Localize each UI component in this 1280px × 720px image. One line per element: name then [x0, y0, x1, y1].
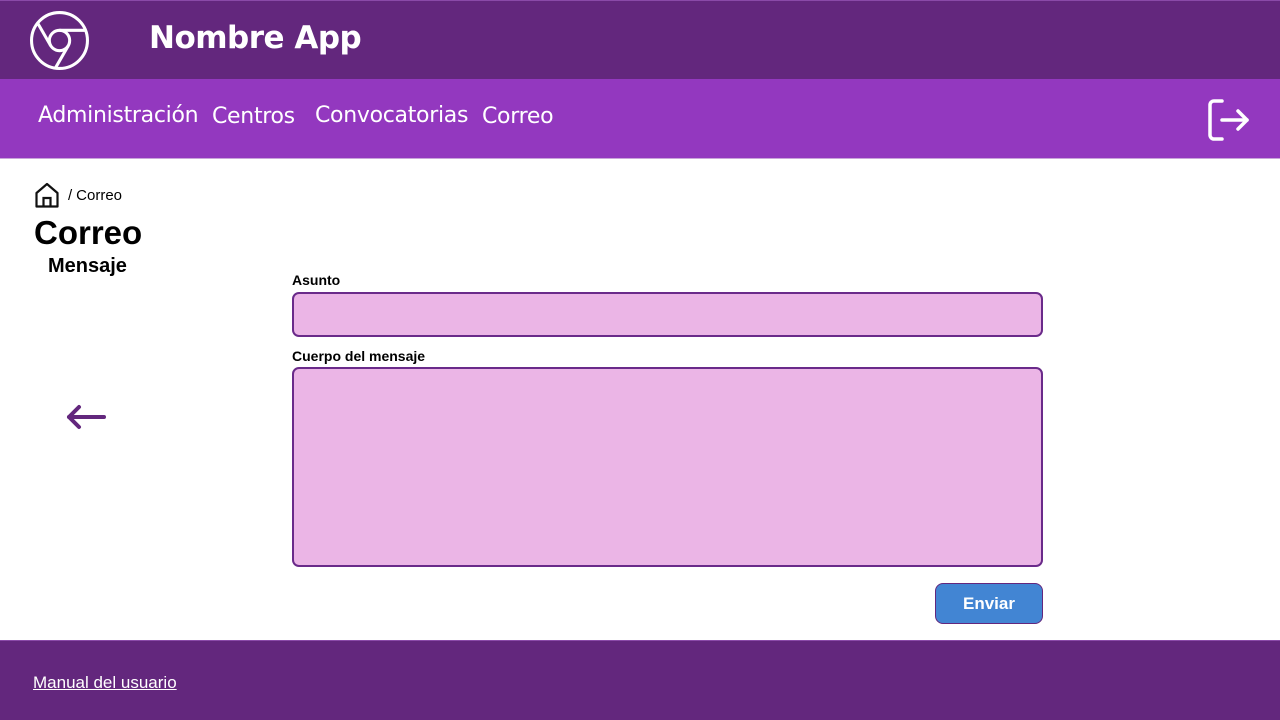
page-subtitle: Mensaje — [48, 255, 127, 277]
app-header: Nombre App — [0, 0, 1280, 79]
chrome-like-logo-icon — [30, 11, 89, 70]
breadcrumb: / Correo — [34, 181, 122, 209]
home-icon[interactable] — [34, 182, 60, 209]
nav-item-administracion[interactable]: Administración — [38, 103, 199, 128]
page-title: Correo — [34, 214, 143, 251]
subject-input[interactable] — [292, 292, 1043, 337]
subject-label: Asunto — [292, 272, 341, 288]
main-nav: Administración Centros Convocatorias Cor… — [0, 79, 1280, 159]
app-footer: Manual del usuario — [0, 640, 1280, 720]
nav-item-convocatorias[interactable]: Convocatorias — [315, 103, 468, 128]
breadcrumb-current: Correo — [76, 186, 123, 204]
user-manual-link[interactable]: Manual del usuario — [33, 673, 177, 693]
message-body-textarea[interactable] — [292, 367, 1043, 567]
message-body-label: Cuerpo del mensaje — [292, 348, 426, 364]
app-title: Nombre App — [149, 20, 362, 56]
logout-icon[interactable] — [1205, 97, 1251, 143]
breadcrumb-separator: / — [68, 186, 73, 204]
arrow-left-icon[interactable] — [64, 400, 108, 434]
nav-item-centros[interactable]: Centros — [212, 104, 295, 129]
nav-item-correo[interactable]: Correo — [482, 104, 554, 129]
send-button[interactable]: Enviar — [935, 583, 1043, 624]
